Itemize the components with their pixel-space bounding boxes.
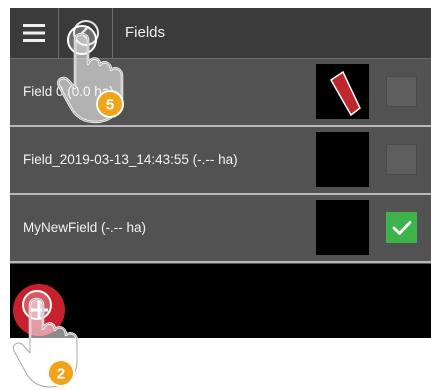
field-row-0[interactable]: Field 0 (0.0 ha) xyxy=(10,59,431,127)
add-plus-icon xyxy=(30,301,48,319)
field-select-checkbox[interactable] xyxy=(386,212,417,243)
back-arrow-icon xyxy=(72,20,99,46)
field-list: Field 0 (0.0 ha) Field_2019-03-13_14:43:… xyxy=(10,59,431,263)
checkmark-icon xyxy=(392,220,411,235)
bottom-area xyxy=(10,264,431,338)
field-row-1[interactable]: Field_2019-03-13_14:43:55 (-.-- ha) xyxy=(10,127,431,195)
divider xyxy=(112,8,113,58)
field-select-checkbox[interactable] xyxy=(386,76,417,107)
field-name: Field 0 (0.0 ha) xyxy=(23,84,114,99)
field-shape-thumbnail xyxy=(316,132,369,187)
field-select-checkbox[interactable] xyxy=(386,144,417,175)
field-shape-thumbnail xyxy=(316,64,369,119)
field-row-2[interactable]: MyNewField (-.-- ha) xyxy=(10,195,431,263)
field-name: Field_2019-03-13_14:43:55 (-.-- ha) xyxy=(23,152,238,167)
menu-button[interactable] xyxy=(10,8,58,58)
hamburger-menu-icon xyxy=(23,24,45,42)
top-bar: Fields xyxy=(10,8,431,59)
add-field-button[interactable] xyxy=(13,284,65,336)
field-name: MyNewField (-.-- ha) xyxy=(23,220,147,235)
field-boundary-shape xyxy=(330,70,361,117)
page-title: Fields xyxy=(125,24,166,41)
back-button[interactable] xyxy=(59,8,112,58)
svg-text:2: 2 xyxy=(57,366,65,383)
field-shape-thumbnail xyxy=(316,200,369,255)
step-badge: 2 xyxy=(47,359,75,387)
app-screen: Fields Field 0 (0.0 ha) Field_2019-03-13… xyxy=(10,8,431,338)
